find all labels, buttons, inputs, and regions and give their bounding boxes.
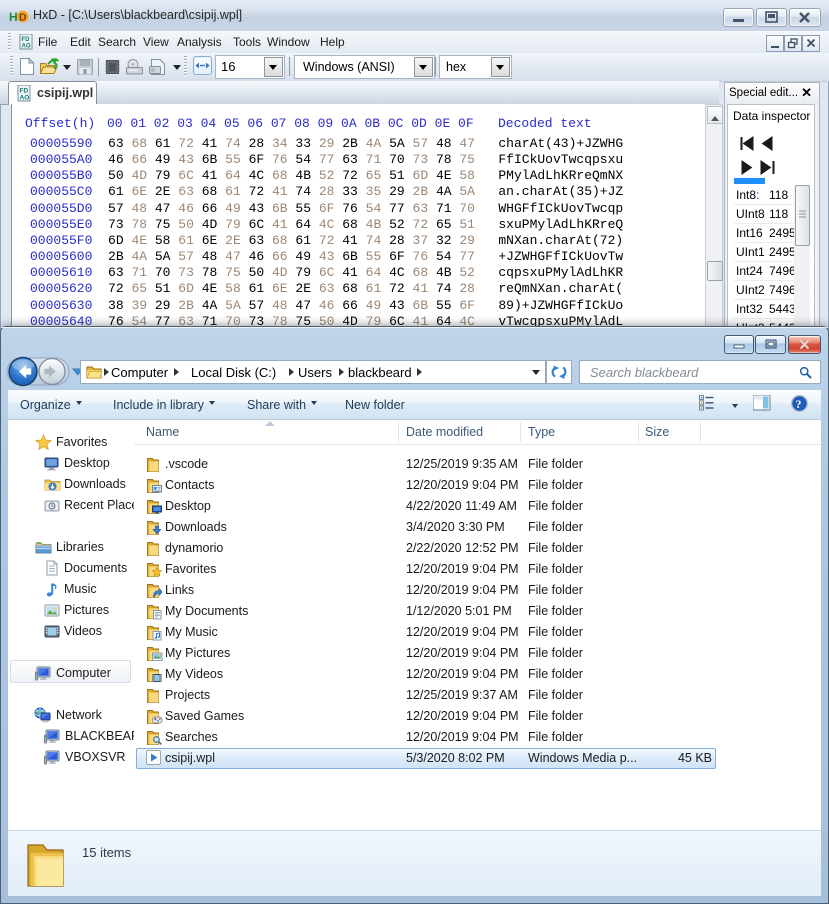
svg-text:AO: AO [22,44,31,50]
svg-text:AO: AO [20,95,30,102]
svg-text:FD: FD [22,37,31,43]
svg-text:?: ? [796,397,802,411]
svg-text:FD: FD [20,88,29,95]
svg-text:H: H [9,10,18,24]
svg-text:D: D [19,12,27,24]
